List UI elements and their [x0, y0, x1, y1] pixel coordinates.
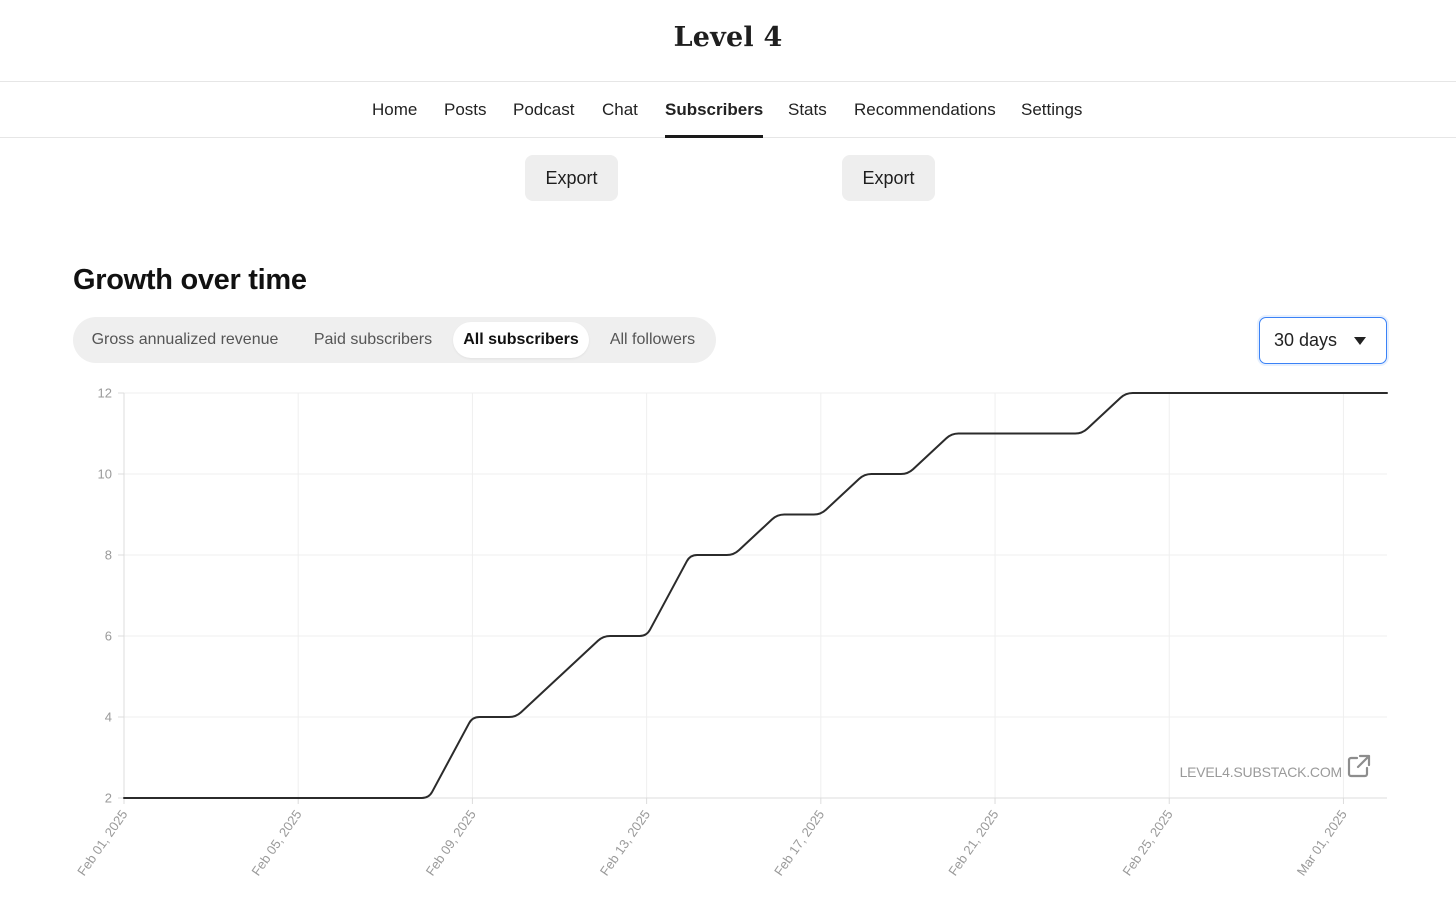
chart-series	[123, 392, 1388, 799]
nav-home[interactable]: Home	[372, 82, 417, 138]
nav-recommendations[interactable]: Recommendations	[854, 82, 996, 138]
dashboard-nav: Home Posts Podcast Chat Subscribers Stat…	[0, 82, 1456, 138]
tab-all-subscribers[interactable]: All subscribers	[453, 322, 589, 358]
y-tick-label: 4	[105, 710, 112, 725]
export-button[interactable]: Export	[525, 155, 618, 201]
x-tick-label: Feb 01, 2025	[74, 807, 130, 878]
x-tick-label: Mar 01, 2025	[1294, 807, 1350, 878]
external-link-arrow	[1356, 754, 1371, 769]
time-range-value: 30 days	[1274, 330, 1338, 350]
watermark-label[interactable]: LEVEL4.SUBSTACK.COM	[1180, 764, 1343, 780]
growth-section-title: Growth over time	[73, 264, 307, 296]
series-line	[123, 392, 1388, 799]
nav-settings[interactable]: Settings	[1021, 82, 1082, 138]
x-tick-label: Feb 21, 2025	[945, 807, 1001, 878]
chart-watermark[interactable]: LEVEL4.SUBSTACK.COM	[1180, 754, 1371, 780]
external-link-icon[interactable]	[1347, 754, 1371, 778]
nav-stats[interactable]: Stats	[788, 82, 827, 138]
publication-header: Level 4	[0, 0, 1456, 82]
y-tick-label: 8	[105, 548, 112, 563]
nav-podcast[interactable]: Podcast	[513, 82, 574, 138]
tab-all-followers[interactable]: All followers	[595, 322, 710, 358]
time-range-select[interactable]: 30 days	[1259, 317, 1387, 364]
y-tick-label: 6	[105, 629, 112, 644]
growth-chart: 2 4 6 8 10 12 Feb 01, 2025 Feb 05, 2025 Feb 09, …	[74, 386, 1388, 879]
chart-tick-labels: 2 4 6 8 10 12 Feb 01, 2025 Feb 05, 2025 Feb 09, …	[74, 386, 1350, 879]
nav-chat[interactable]: Chat	[602, 82, 638, 138]
x-tick-label: Feb 17, 2025	[771, 807, 827, 878]
tab-gross-annualized-revenue[interactable]: Gross annualized revenue	[78, 322, 292, 358]
x-tick-label: Feb 09, 2025	[423, 807, 479, 878]
x-tick-label: Feb 25, 2025	[1119, 807, 1175, 878]
tab-paid-subscribers[interactable]: Paid subscribers	[299, 322, 447, 358]
y-tick-label: 12	[98, 386, 112, 401]
nav-posts[interactable]: Posts	[444, 82, 487, 138]
y-tick-label: 2	[105, 791, 112, 806]
caret-down-icon	[1354, 337, 1366, 345]
x-tick-label: Feb 13, 2025	[597, 807, 653, 878]
x-tick-label: Feb 05, 2025	[248, 807, 304, 878]
metric-tabs: Gross annualized revenue Paid subscriber…	[73, 317, 716, 363]
export-button-secondary[interactable]: Export	[842, 155, 935, 201]
publication-title[interactable]: Level 4	[674, 22, 783, 53]
chart-grid	[124, 392, 1387, 798]
chart-axes	[118, 392, 1387, 804]
y-tick-label: 10	[98, 467, 112, 482]
nav-subscribers[interactable]: Subscribers	[665, 82, 764, 138]
